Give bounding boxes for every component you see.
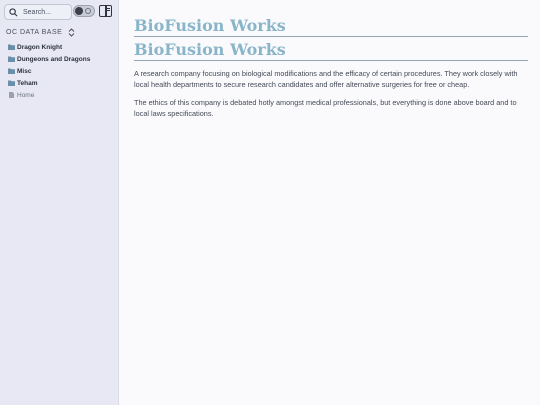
toggle-knob <box>75 7 83 15</box>
note-content: BioFusion Works BioFusion Works A resear… <box>134 16 528 119</box>
folder-icon <box>8 80 15 86</box>
chevron-up-down-icon <box>68 28 75 37</box>
tree-item-label: Teham <box>17 79 38 87</box>
vault-selector[interactable]: OC DATA BASE <box>6 28 75 37</box>
note-title: BioFusion Works <box>134 16 528 37</box>
tree-folder-teham[interactable]: Teham <box>8 77 90 89</box>
note-heading: BioFusion Works <box>134 40 528 61</box>
file-tree: Dragon Knight Dungeons and Dragons Misc … <box>8 41 90 101</box>
search-input[interactable]: Search... <box>4 4 72 20</box>
tree-item-label: Misc <box>17 67 32 75</box>
theme-toggle[interactable] <box>73 5 95 17</box>
sidebar-panel-button[interactable] <box>99 5 112 17</box>
folder-icon <box>8 68 15 74</box>
folder-icon <box>8 56 15 62</box>
search-placeholder: Search... <box>23 8 52 16</box>
tree-file-home[interactable]: Home <box>8 89 90 101</box>
note-paragraph: A research company focusing on biologica… <box>134 69 518 89</box>
tree-item-label: Dragon Knight <box>17 43 63 51</box>
note-paragraph: The ethics of this company is debated ho… <box>134 98 517 118</box>
sun-icon <box>85 8 91 14</box>
folder-icon <box>8 44 15 50</box>
tree-folder-dragon-knight[interactable]: Dragon Knight <box>8 41 90 53</box>
tree-folder-dungeons-and-dragons[interactable]: Dungeons and Dragons <box>8 53 90 65</box>
tree-item-label: Dungeons and Dragons <box>17 55 91 63</box>
tree-item-label: Home <box>17 91 35 99</box>
file-icon <box>9 92 14 98</box>
tree-folder-misc[interactable]: Misc <box>8 65 90 77</box>
sidebar: Search... OC DATA BASE Dragon Knight Dun… <box>0 0 119 405</box>
vault-title: OC DATA BASE <box>6 29 63 36</box>
search-icon <box>9 7 18 16</box>
